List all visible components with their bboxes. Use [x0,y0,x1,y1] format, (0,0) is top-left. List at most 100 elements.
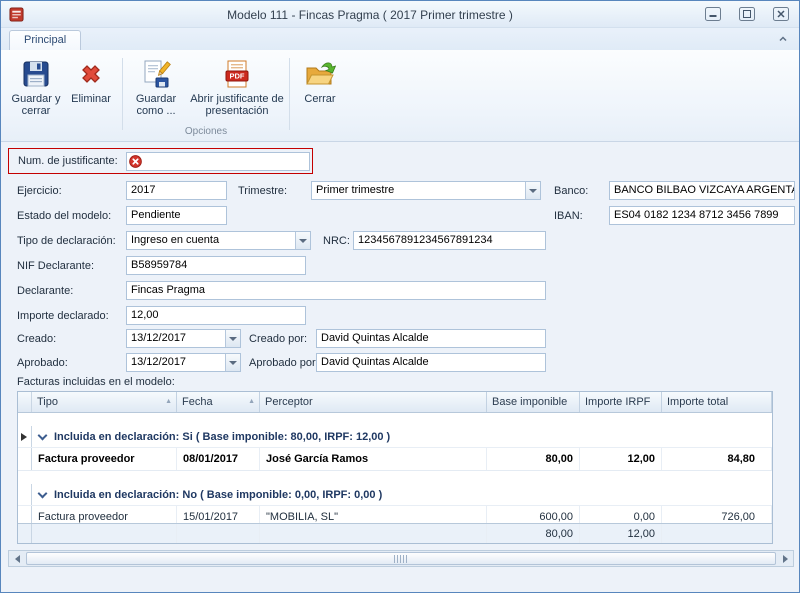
table-row[interactable]: Factura proveedor 15/01/2017 "MOBILIA, S… [18,506,772,523]
window-title: Modelo 111 - Fincas Pragma ( 2017 Primer… [61,8,679,22]
save-as-label: Guardar como ... [127,93,185,117]
trimestre-select[interactable]: Primer trimestre [311,181,541,200]
table-row[interactable]: Factura proveedor 08/01/2017 José García… [18,448,772,471]
ribbon-separator [289,58,290,130]
scrollbar-thumb[interactable] [26,552,776,565]
cell-irpf: 12,00 [580,448,662,470]
num-justificante-validation-box: Num. de justificante: [8,148,313,174]
creado-dropdown-arrow-icon[interactable] [225,330,240,347]
facturas-grid: Tipo▲ Fecha▲ Perceptor Base imponible Im… [17,391,773,544]
save-and-close-button[interactable]: Guardar y cerrar [9,54,63,117]
cell-base: 600,00 [487,506,580,523]
save-as-button[interactable]: Guardar como ... [127,54,185,117]
summary-indicator-cell [18,524,32,543]
open-receipt-button[interactable]: PDF Abrir justificante de presentación [189,54,285,117]
aprobado-dropdown-arrow-icon[interactable] [225,354,240,371]
column-header-importe-total[interactable]: Importe total [662,392,772,412]
grid-body: Incluida en declaración: Si ( Base impon… [18,413,772,523]
group-collapse-chevron-icon[interactable] [38,430,48,440]
sort-asc-icon: ▲ [248,398,255,405]
nif-declarante-input[interactable]: B58959784 [126,256,306,275]
banco-input[interactable]: BANCO BILBAO VIZCAYA ARGENTARI [609,181,795,200]
tab-principal[interactable]: Principal [9,30,81,50]
cell-tipo: Factura proveedor [32,506,177,523]
validation-error-icon [129,155,142,168]
row-indicator-cell [18,426,32,447]
cell-fecha: 08/01/2017 [177,448,260,470]
ejercicio-label: Ejercicio: [17,185,62,197]
grid-indicator-header [18,392,32,412]
app-window: Modelo 111 - Fincas Pragma ( 2017 Primer… [0,0,800,593]
importe-declarado-input[interactable]: 12,00 [126,306,306,325]
summary-irpf: 12,00 [580,524,662,543]
titlebar: Modelo 111 - Fincas Pragma ( 2017 Primer… [1,1,799,28]
row-indicator-cell [18,448,32,470]
importe-declarado-label: Importe declarado: [17,310,109,322]
scrollbar-track[interactable] [25,551,777,566]
horizontal-scrollbar[interactable] [8,550,794,567]
column-header-perceptor[interactable]: Perceptor [260,392,487,412]
column-header-importe-irpf[interactable]: Importe IRPF [580,392,662,412]
num-justificante-label: Num. de justificante: [18,155,118,167]
cell-perceptor: José García Ramos [260,448,487,470]
declarante-input[interactable]: Fincas Pragma [126,281,546,300]
minimize-button[interactable] [705,7,721,21]
group-row-included-no[interactable]: Incluida en declaración: No ( Base impon… [18,484,772,506]
ribbon-group-label: Opciones [127,126,285,137]
ribbon-separator [122,58,123,130]
declarante-label: Declarante: [17,285,73,297]
nrc-input[interactable]: 1234567891234567891234 [353,231,546,250]
delete-x-icon [75,58,107,90]
creado-label: Creado: [17,333,56,345]
iban-label: IBAN: [554,210,583,222]
aprobado-date-input[interactable]: 13/12/2017 [126,353,241,372]
column-header-tipo[interactable]: Tipo▲ [32,392,177,412]
cell-base: 80,00 [487,448,580,470]
row-indicator-cell [18,484,32,505]
num-justificante-input[interactable] [126,152,310,171]
ribbon-collapse-chevron-icon[interactable] [777,33,789,45]
column-header-base-imponible[interactable]: Base imponible [487,392,580,412]
maximize-button[interactable] [739,7,755,21]
nif-declarante-label: NIF Declarante: [17,260,94,272]
close-button[interactable] [773,7,789,21]
grid-header-row: Tipo▲ Fecha▲ Perceptor Base imponible Im… [18,392,772,413]
delete-label: Eliminar [65,93,117,105]
creado-por-input[interactable]: David Quintas Alcalde [316,329,546,348]
close-form-button[interactable]: Cerrar [294,54,346,105]
grid-spacer [18,413,772,426]
tipo-declaracion-select[interactable]: Ingreso en cuenta [126,231,311,250]
summary-total [662,524,772,543]
column-header-fecha[interactable]: Fecha▲ [177,392,260,412]
delete-button[interactable]: Eliminar [65,54,117,105]
cell-perceptor: "MOBILIA, SL" [260,506,487,523]
pdf-document-icon: PDF [221,58,253,90]
aprobado-por-input[interactable]: David Quintas Alcalde [316,353,546,372]
grid-caption: Facturas incluidas en el modelo: [17,376,175,388]
scroll-left-arrow-icon[interactable] [9,551,25,566]
group-row-included-si[interactable]: Incluida en declaración: Si ( Base impon… [18,426,772,448]
summary-fecha [177,524,260,543]
iban-input[interactable]: ES04 0182 1234 8712 3456 7899 [609,206,795,225]
aprobado-label: Aprobado: [17,357,68,369]
ejercicio-input[interactable]: 2017 [126,181,227,200]
estado-input[interactable]: Pendiente [126,206,227,225]
grid-spacer [18,471,772,484]
aprobado-por-label: Aprobado por: [249,357,319,369]
scrollbar-grip-icon [394,555,408,563]
trimestre-label: Trimestre: [238,185,287,197]
nrc-label: NRC: [323,235,350,247]
tipo-declaracion-dropdown-arrow-icon[interactable] [295,232,310,249]
summary-base: 80,00 [487,524,580,543]
tipo-declaracion-label: Tipo de declaración: [17,235,116,247]
summary-tipo [32,524,177,543]
cell-total: 726,00 [662,506,772,523]
group-collapse-chevron-icon[interactable] [38,488,48,498]
save-as-icon [140,58,172,90]
cell-irpf: 0,00 [580,506,662,523]
creado-date-input[interactable]: 13/12/2017 [126,329,241,348]
focused-row-arrow-icon [21,433,27,441]
trimestre-dropdown-arrow-icon[interactable] [525,182,540,199]
scroll-right-arrow-icon[interactable] [777,551,793,566]
creado-por-label: Creado por: [249,333,307,345]
